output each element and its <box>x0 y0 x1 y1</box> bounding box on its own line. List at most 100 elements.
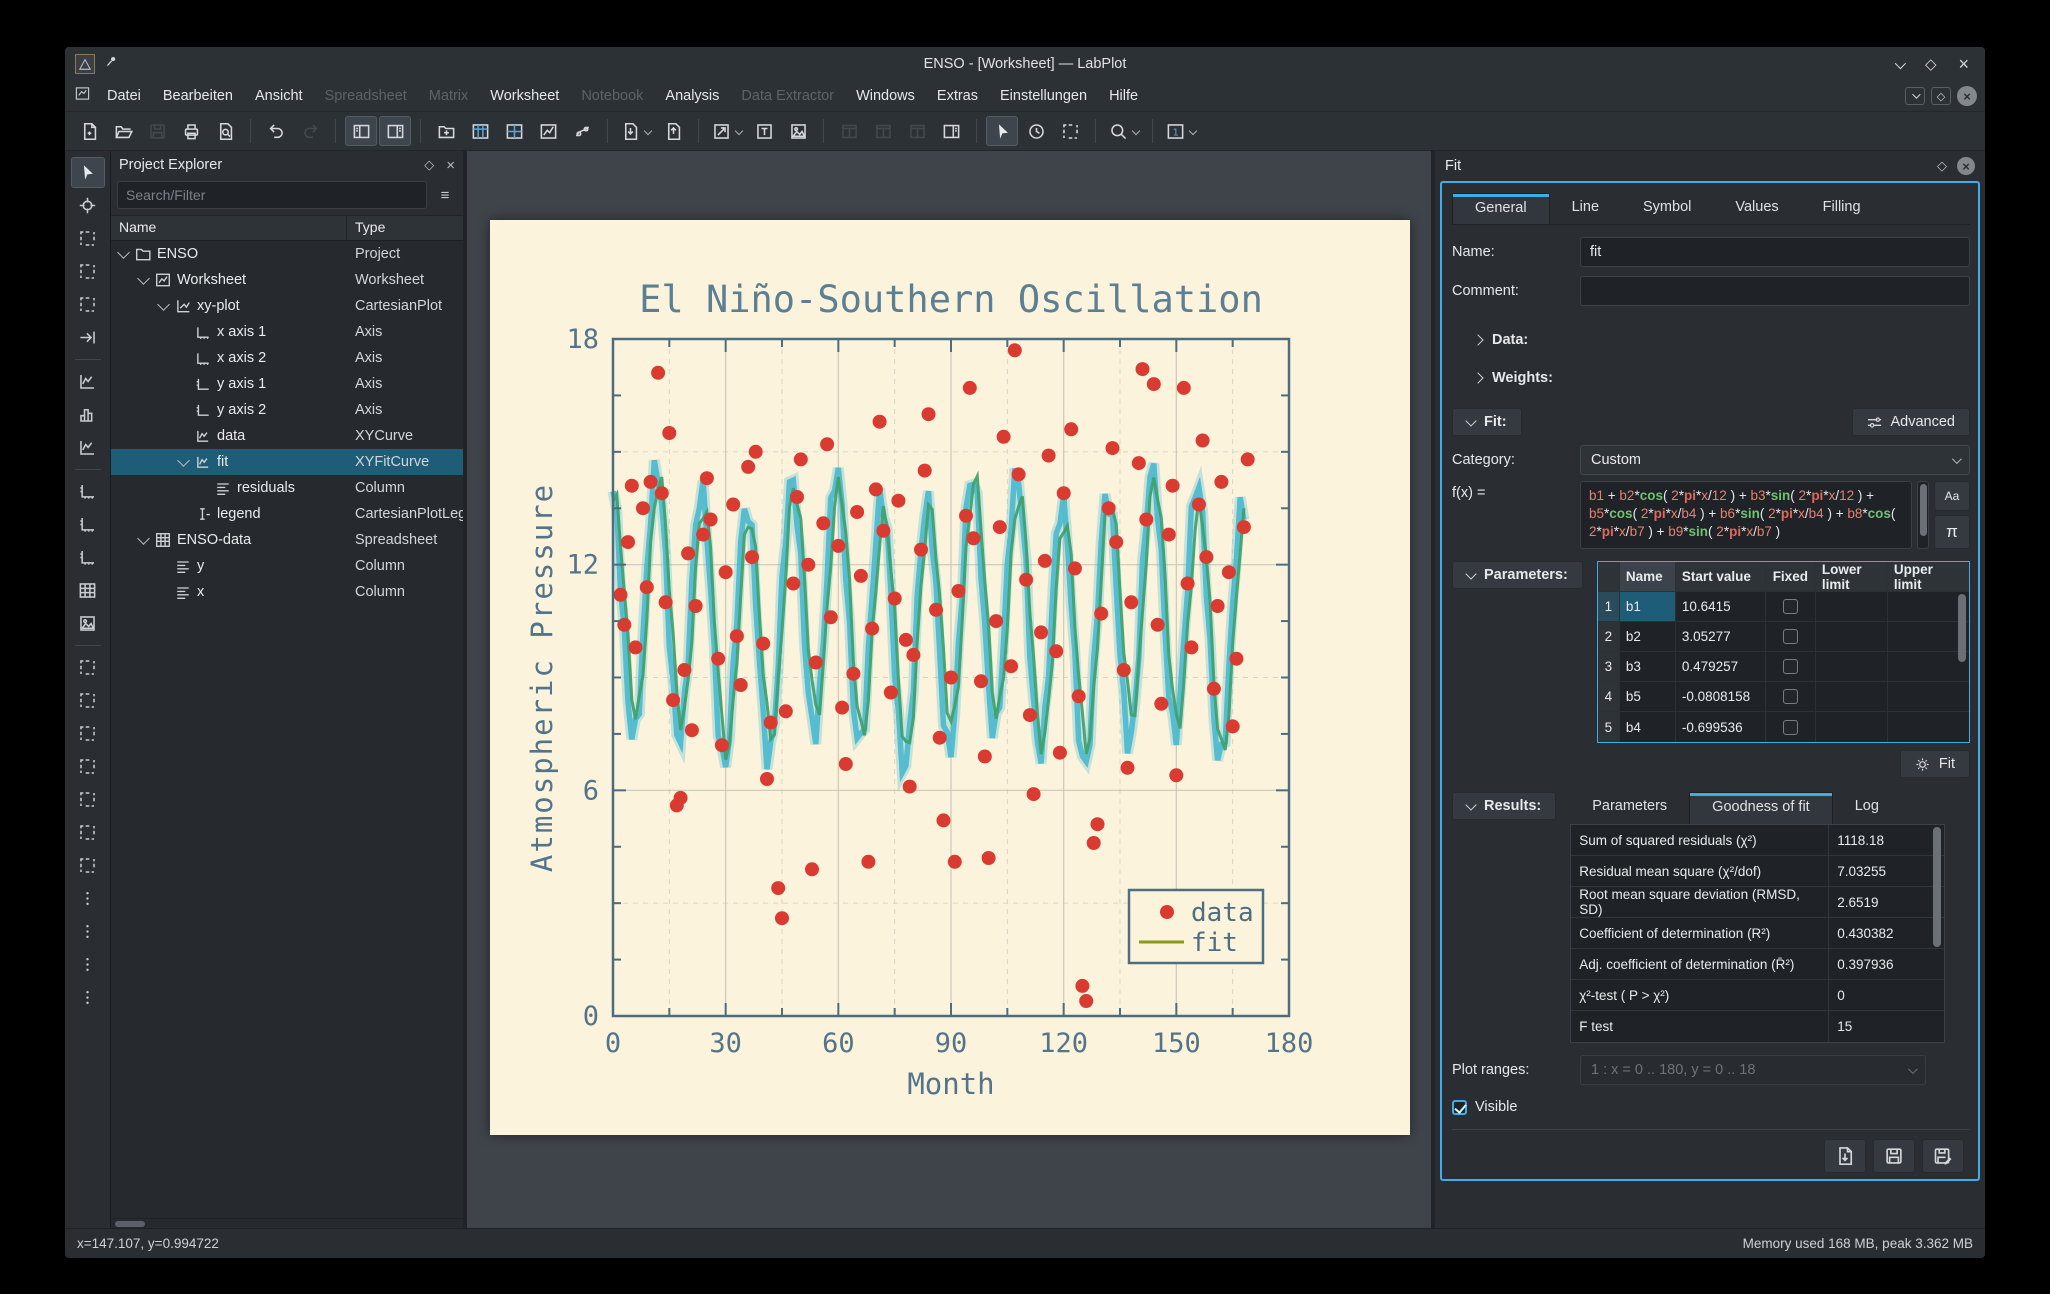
data-section-expander[interactable]: Data: <box>1474 332 1970 348</box>
worksheet-tool-add-curve-icon[interactable] <box>71 366 105 397</box>
param-name-cell[interactable]: b5 <box>1620 682 1676 711</box>
close-panel-icon[interactable]: × <box>446 157 455 174</box>
data-point[interactable] <box>869 482 883 496</box>
data-point[interactable] <box>689 599 703 613</box>
param-lower-cell[interactable] <box>1816 712 1888 742</box>
pin-icon[interactable] <box>105 55 118 73</box>
data-point[interactable] <box>850 505 864 519</box>
fixed-checkbox[interactable] <box>1783 689 1798 704</box>
data-point[interactable] <box>685 723 699 737</box>
toolbar-navigate-mode-button[interactable] <box>1020 116 1052 146</box>
worksheet-tool-add-axis-3-icon[interactable] <box>71 542 105 573</box>
category-select[interactable]: Custom <box>1580 445 1970 475</box>
tree-row-y-axis-1[interactable]: y axis 1Axis <box>111 371 463 397</box>
param-row-b2[interactable]: 2b23.05277 <box>1598 622 1969 652</box>
y-axis-label[interactable]: Atmospheric Pressure <box>525 483 559 872</box>
worksheet-tool-region-2-icon[interactable] <box>71 685 105 716</box>
data-point[interactable] <box>835 701 849 715</box>
worksheet-page[interactable]: 0306090120150180061218El Niño-Southern O… <box>490 220 1410 1135</box>
data-point[interactable] <box>1147 377 1161 391</box>
results-tab-log[interactable]: Log <box>1833 792 1901 824</box>
data-point[interactable] <box>1012 467 1026 481</box>
data-point[interactable] <box>809 656 823 670</box>
data-point[interactable] <box>1192 498 1206 512</box>
param-row-b4[interactable]: 5b4-0.699536 <box>1598 712 1969 742</box>
data-point[interactable] <box>801 558 815 572</box>
worksheet-tool-region-6-icon[interactable] <box>71 817 105 848</box>
worksheet-tool-region-1-icon[interactable] <box>71 652 105 683</box>
tree-row-worksheet[interactable]: WorksheetWorksheet <box>111 267 463 293</box>
fixed-checkbox[interactable] <box>1783 599 1798 614</box>
toolbar-zoom-select-mode-button[interactable] <box>1054 116 1086 146</box>
menu-item-windows[interactable]: Windows <box>845 83 926 109</box>
pi-constants-button[interactable]: π <box>1934 515 1970 549</box>
tree-row-y-axis-2[interactable]: y axis 2Axis <box>111 397 463 423</box>
data-point[interactable] <box>1117 663 1131 677</box>
toolbar-toggle-project-explorer-button[interactable] <box>345 116 377 146</box>
data-point[interactable] <box>1169 768 1183 782</box>
menu-item-analysis[interactable]: Analysis <box>654 83 730 109</box>
float-dock-icon[interactable]: ◇ <box>1937 158 1947 174</box>
menu-item-einstellungen[interactable]: Einstellungen <box>989 83 1098 109</box>
results-tab-goodness-of-fit[interactable]: Goodness of fit <box>1689 792 1833 824</box>
worksheet-tool-ws-crosshair-icon[interactable] <box>71 190 105 221</box>
data-point[interactable] <box>666 693 680 707</box>
data-point[interactable] <box>993 520 1007 534</box>
data-point[interactable] <box>1049 644 1063 658</box>
param-lower-cell[interactable] <box>1816 652 1888 681</box>
data-point[interactable] <box>805 862 819 876</box>
data-point[interactable] <box>903 780 917 794</box>
data-point[interactable] <box>621 535 635 549</box>
toolbar-magnification-button[interactable] <box>1105 116 1143 146</box>
data-point[interactable] <box>1207 682 1221 696</box>
tree-row-xy-plot[interactable]: xy-plotCartesianPlot <box>111 293 463 319</box>
param-start-cell[interactable]: 0.479257 <box>1676 652 1766 681</box>
enso-plot[interactable]: 0306090120150180061218El Niño-Southern O… <box>490 220 1410 1135</box>
data-point[interactable] <box>1166 479 1180 493</box>
menu-item-ansicht[interactable]: Ansicht <box>244 83 314 109</box>
data-point[interactable] <box>978 750 992 764</box>
data-point[interactable] <box>640 580 654 594</box>
data-point[interactable] <box>704 513 718 527</box>
tree-row-enso[interactable]: ENSOProject <box>111 241 463 267</box>
toolbar-add-text-button[interactable] <box>748 116 780 146</box>
formula-scrollbar[interactable] <box>1917 481 1929 549</box>
data-point[interactable] <box>779 704 793 718</box>
data-point[interactable] <box>1072 689 1086 703</box>
param-start-cell[interactable]: 3.05277 <box>1676 622 1766 651</box>
data-point[interactable] <box>997 430 1011 444</box>
toolbar-toggle-properties-explorer-button[interactable] <box>379 116 411 146</box>
data-point[interactable] <box>719 565 733 579</box>
expander-chevron-icon[interactable] <box>177 454 190 466</box>
results-scrollbar[interactable] <box>1931 827 1943 1040</box>
data-point[interactable] <box>1008 343 1022 357</box>
data-point[interactable] <box>1226 719 1240 733</box>
data-point[interactable] <box>982 851 996 865</box>
data-point[interactable] <box>816 516 830 530</box>
toolbar-print-preview-button[interactable] <box>209 116 241 146</box>
data-point[interactable] <box>1068 561 1082 575</box>
data-point[interactable] <box>824 610 838 624</box>
scrollbar-thumb[interactable] <box>115 1221 145 1227</box>
expander-chevron-icon[interactable] <box>157 298 170 310</box>
advanced-button[interactable]: Advanced <box>1852 408 1971 436</box>
worksheet-tool-ws-shift-icon[interactable] <box>71 322 105 353</box>
comment-input[interactable] <box>1580 276 1970 306</box>
data-point[interactable] <box>614 588 628 602</box>
parameters-section-toggle[interactable]: Parameters: <box>1452 561 1583 589</box>
data-point[interactable] <box>794 452 808 466</box>
data-point[interactable] <box>730 629 744 643</box>
data-point[interactable] <box>745 550 759 564</box>
param-row-b3[interactable]: 3b30.479257 <box>1598 652 1969 682</box>
toolbar-undo-button[interactable] <box>260 116 292 146</box>
tree-row-data[interactable]: dataXYCurve <box>111 423 463 449</box>
results-tab-parameters[interactable]: Parameters <box>1570 792 1689 824</box>
param-name-cell[interactable]: b1 <box>1620 592 1676 621</box>
data-point[interactable] <box>861 855 875 869</box>
data-point[interactable] <box>933 731 947 745</box>
minimize-button[interactable] <box>1895 57 1903 72</box>
data-point[interactable] <box>775 911 789 925</box>
data-point[interactable] <box>1064 422 1078 436</box>
data-point[interactable] <box>1042 449 1056 463</box>
data-point[interactable] <box>1087 836 1101 850</box>
